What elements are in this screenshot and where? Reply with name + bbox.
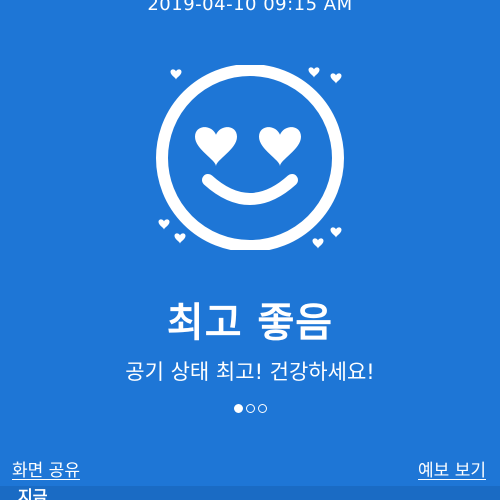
page-indicator[interactable]	[0, 404, 500, 413]
status-description: 공기 상태 최고! 건강하세요!	[125, 360, 375, 384]
forecast-link[interactable]: 예보 보기	[418, 456, 486, 481]
bottom-bar: 지금	[0, 486, 500, 500]
heart-eyes-smiley-icon	[150, 65, 350, 250]
page-dot-3[interactable]	[257, 404, 267, 413]
timestamp: 2019-04-10 09:15 AM	[147, 0, 353, 15]
page-dot-1[interactable]	[233, 404, 243, 413]
status-title: 최고 좋음	[166, 300, 334, 346]
share-screen-link[interactable]: 화면 공유	[12, 456, 80, 481]
tab-now[interactable]: 지금	[18, 489, 47, 500]
page-dot-2[interactable]	[245, 404, 255, 413]
